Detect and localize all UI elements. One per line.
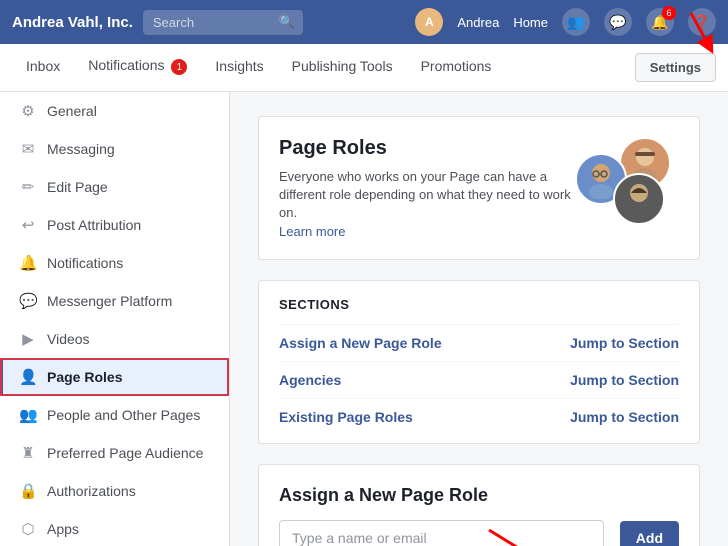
- secondary-nav: Inbox Notifications 1 Insights Publishin…: [0, 44, 728, 92]
- main-content: Page Roles Everyone who works on your Pa…: [230, 92, 728, 546]
- avatar-group: [585, 137, 679, 227]
- assign-role-card: Assign a New Page Role Admin ✓ Editor: [258, 464, 700, 546]
- page-name: Andrea Vahl, Inc.: [12, 14, 133, 31]
- top-nav-right: A Andrea Home 👥 💬 🔔 6 ❓: [415, 8, 716, 36]
- top-nav: Andrea Vahl, Inc. 🔍 A Andrea Home 👥 💬 🔔 …: [0, 0, 728, 44]
- sidebar-label-people: People and Other Pages: [47, 407, 200, 423]
- sections-card: Sections Assign a New Page Role Jump to …: [258, 280, 700, 444]
- notification-badge: 6: [662, 6, 676, 20]
- section-row-existing: Existing Page Roles Jump to Section: [279, 398, 679, 435]
- notif-badge: 1: [171, 59, 187, 75]
- friends-icon[interactable]: 👥: [562, 8, 590, 36]
- section-row-assign: Assign a New Page Role Jump to Section: [279, 324, 679, 361]
- agencies-link[interactable]: Agencies: [279, 372, 341, 388]
- sidebar-item-people[interactable]: 👥 People and Other Pages: [0, 396, 229, 434]
- tab-notifications[interactable]: Notifications 1: [74, 43, 201, 93]
- page-roles-title: Page Roles: [279, 137, 585, 160]
- search-icon: 🔍: [279, 14, 295, 30]
- sidebar-label-general: General: [47, 103, 97, 119]
- general-icon: ⚙: [19, 102, 37, 120]
- sidebar-label-post-attribution: Post Attribution: [47, 217, 141, 233]
- assign-jump-link[interactable]: Jump to Section: [570, 335, 679, 351]
- sidebar-label-apps: Apps: [47, 521, 79, 537]
- agencies-jump-link[interactable]: Jump to Section: [570, 372, 679, 388]
- avatar-3: [613, 173, 665, 225]
- tab-inbox[interactable]: Inbox: [12, 44, 74, 91]
- post-attribution-icon: ↩: [19, 216, 37, 234]
- page-roles-description: Everyone who works on your Page can have…: [279, 168, 585, 223]
- notifications-sidebar-icon: 🔔: [19, 254, 37, 272]
- messages-icon[interactable]: 💬: [604, 8, 632, 36]
- assign-role-title: Assign a New Page Role: [279, 485, 679, 506]
- auth-icon: 🔒: [19, 482, 37, 500]
- layout: ⚙ General ✉ Messaging ✏ Edit Page ↩ Post…: [0, 92, 728, 546]
- sidebar-item-messenger-platform[interactable]: 💬 Messenger Platform: [0, 282, 229, 320]
- sidebar-item-notifications[interactable]: 🔔 Notifications: [0, 244, 229, 282]
- sidebar-item-messaging[interactable]: ✉ Messaging: [0, 130, 229, 168]
- page-roles-icon: 👤: [19, 368, 37, 386]
- section-row-agencies: Agencies Jump to Section: [279, 361, 679, 398]
- people-icon: 👥: [19, 406, 37, 424]
- tab-publishing-tools[interactable]: Publishing Tools: [278, 44, 407, 91]
- sidebar-label-messenger: Messenger Platform: [47, 293, 172, 309]
- sidebar-item-general[interactable]: ⚙ General: [0, 92, 229, 130]
- assign-link[interactable]: Assign a New Page Role: [279, 335, 442, 351]
- sidebar-item-page-roles[interactable]: 👤 Page Roles: [0, 358, 229, 396]
- assign-input[interactable]: [279, 520, 604, 546]
- existing-jump-link[interactable]: Jump to Section: [570, 409, 679, 425]
- avatar-3-svg: [619, 179, 659, 219]
- sidebar-item-post-attribution[interactable]: ↩ Post Attribution: [0, 206, 229, 244]
- sidebar-label-notifications: Notifications: [47, 255, 123, 271]
- learn-more-link[interactable]: Learn more: [279, 224, 345, 239]
- tab-promotions[interactable]: Promotions: [407, 44, 506, 91]
- help-icon[interactable]: ❓: [688, 8, 716, 36]
- messenger-icon: 💬: [19, 292, 37, 310]
- sidebar-item-videos[interactable]: ▶ Videos: [0, 320, 229, 358]
- notifications-icon[interactable]: 🔔 6: [646, 8, 674, 36]
- videos-icon: ▶: [19, 330, 37, 348]
- sidebar-item-preferred-audience[interactable]: ♜ Preferred Page Audience: [0, 434, 229, 472]
- sidebar-item-edit-page[interactable]: ✏ Edit Page: [0, 168, 229, 206]
- search-wrapper: 🔍: [143, 10, 303, 35]
- messaging-icon: ✉: [19, 140, 37, 158]
- audience-icon: ♜: [19, 444, 37, 462]
- add-button[interactable]: Add: [620, 521, 679, 546]
- apps-icon: ⬡: [19, 520, 37, 538]
- sidebar-item-authorizations[interactable]: 🔒 Authorizations: [0, 472, 229, 510]
- settings-button[interactable]: Settings: [635, 53, 716, 82]
- sidebar-item-apps[interactable]: ⬡ Apps: [0, 510, 229, 546]
- settings-wrapper: Settings: [635, 53, 716, 82]
- edit-icon: ✏: [19, 178, 37, 196]
- sections-heading: Sections: [279, 297, 679, 312]
- sidebar-label-messaging: Messaging: [47, 141, 115, 157]
- page-roles-header-card: Page Roles Everyone who works on your Pa…: [258, 116, 700, 260]
- top-nav-left: Andrea Vahl, Inc. 🔍: [12, 10, 303, 35]
- assign-role-row: Admin ✓ Editor Moderator Advertiser: [279, 520, 679, 546]
- sidebar: ⚙ General ✉ Messaging ✏ Edit Page ↩ Post…: [0, 92, 230, 546]
- sidebar-label-edit-page: Edit Page: [47, 179, 108, 195]
- avatar: A: [415, 8, 443, 36]
- home-link[interactable]: Home: [513, 15, 548, 30]
- user-name: Andrea: [457, 15, 499, 30]
- header-text: Page Roles Everyone who works on your Pa…: [279, 137, 585, 239]
- sidebar-label-videos: Videos: [47, 331, 90, 347]
- sidebar-label-audience: Preferred Page Audience: [47, 445, 203, 461]
- sidebar-label-page-roles: Page Roles: [47, 369, 122, 385]
- sidebar-label-auth: Authorizations: [47, 483, 136, 499]
- tab-insights[interactable]: Insights: [201, 44, 277, 91]
- existing-roles-link[interactable]: Existing Page Roles: [279, 409, 413, 425]
